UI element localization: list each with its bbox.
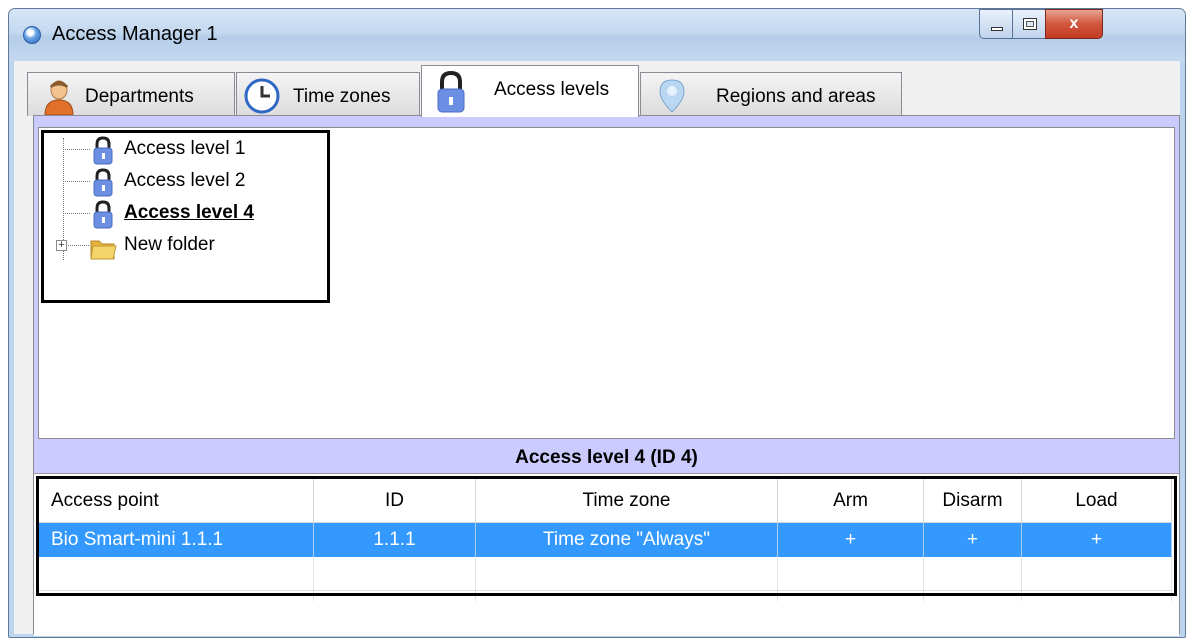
tree-item-label: Access level 2 (124, 170, 246, 191)
maximize-icon (1023, 18, 1037, 30)
tab-departments[interactable]: Departments (27, 72, 235, 116)
empty-cell[interactable] (924, 557, 1022, 591)
column-header-load[interactable]: Load (1022, 479, 1172, 523)
tab-access-levels[interactable]: Access levels (421, 65, 639, 117)
empty-cell[interactable] (476, 557, 778, 591)
empty-cell[interactable] (39, 591, 314, 601)
empty-cell[interactable] (39, 557, 314, 591)
folder-icon (90, 240, 117, 260)
map-pin-icon (659, 79, 685, 113)
minimize-button[interactable] (979, 9, 1013, 39)
expand-icon[interactable]: + (56, 240, 67, 251)
tab-departments-label: Departments (85, 86, 194, 107)
tree-item-label-selected: Access level 4 (124, 202, 254, 223)
cell-access-point[interactable]: Bio Smart-mini 1.1.1 (39, 523, 314, 557)
window-title: Access Manager 1 (52, 23, 218, 45)
close-icon: x (1069, 15, 1079, 32)
column-header-time-zone[interactable]: Time zone (476, 479, 778, 523)
tab-regions-and-areas[interactable]: Regions and areas (640, 72, 902, 116)
column-header-id[interactable]: ID (314, 479, 476, 523)
lock-icon (93, 200, 113, 229)
access-level-tree[interactable]: Access level 1 Access level 2 Access lev… (38, 127, 1175, 439)
empty-cell[interactable] (1022, 591, 1172, 601)
tab-time-zones[interactable]: Time zones (236, 72, 420, 116)
cell-arm[interactable]: + (778, 523, 924, 557)
app-icon (23, 26, 41, 44)
access-level-title: Access level 4 (ID 4) (515, 447, 698, 468)
lock-icon (93, 136, 113, 165)
column-header-arm[interactable]: Arm (778, 479, 924, 523)
tree-item-new-folder[interactable]: + New folder (39, 231, 279, 261)
close-button[interactable]: x (1045, 9, 1103, 39)
client-area: Departments Time zones Access levels Reg… (14, 61, 1180, 636)
lock-icon (93, 168, 113, 197)
empty-cell[interactable] (314, 591, 476, 601)
empty-cell[interactable] (924, 591, 1022, 601)
tree-item-label: New folder (124, 234, 215, 255)
cell-time-zone[interactable]: Time zone "Always" (476, 523, 778, 557)
cell-disarm[interactable]: + (924, 523, 1022, 557)
empty-cell[interactable] (1022, 557, 1172, 591)
maximize-button[interactable] (1012, 9, 1046, 39)
app-window: Access Manager 1 x Departments Time zone… (8, 8, 1186, 638)
empty-cell[interactable] (476, 591, 778, 601)
tree-item-access-level-1[interactable]: Access level 1 (39, 135, 279, 165)
tab-access-levels-label: Access levels (494, 79, 610, 100)
empty-cell[interactable] (778, 557, 924, 591)
tree-item-access-level-4[interactable]: Access level 4 (39, 199, 299, 229)
column-header-disarm[interactable]: Disarm (924, 479, 1022, 523)
empty-cell[interactable] (778, 591, 924, 601)
access-points-grid[interactable]: Access point ID Time zone Arm Disarm Loa… (34, 473, 1179, 636)
column-header-access-point[interactable]: Access point (39, 479, 314, 523)
minimize-icon (991, 27, 1003, 31)
clock-icon (244, 78, 280, 114)
title-bar[interactable]: Access Manager 1 x (9, 9, 1185, 61)
lock-icon (437, 70, 465, 113)
tree-item-access-level-2[interactable]: Access level 2 (39, 167, 279, 197)
tab-time-zones-label: Time zones (293, 86, 391, 107)
tree-item-label: Access level 1 (124, 138, 246, 159)
person-icon (44, 80, 74, 116)
cell-id[interactable]: 1.1.1 (314, 523, 476, 557)
empty-cell[interactable] (314, 557, 476, 591)
tab-regions-and-areas-label: Regions and areas (716, 86, 876, 107)
cell-load[interactable]: + (1022, 523, 1172, 557)
access-levels-panel: Access level 1 Access level 2 Access lev… (33, 115, 1180, 636)
